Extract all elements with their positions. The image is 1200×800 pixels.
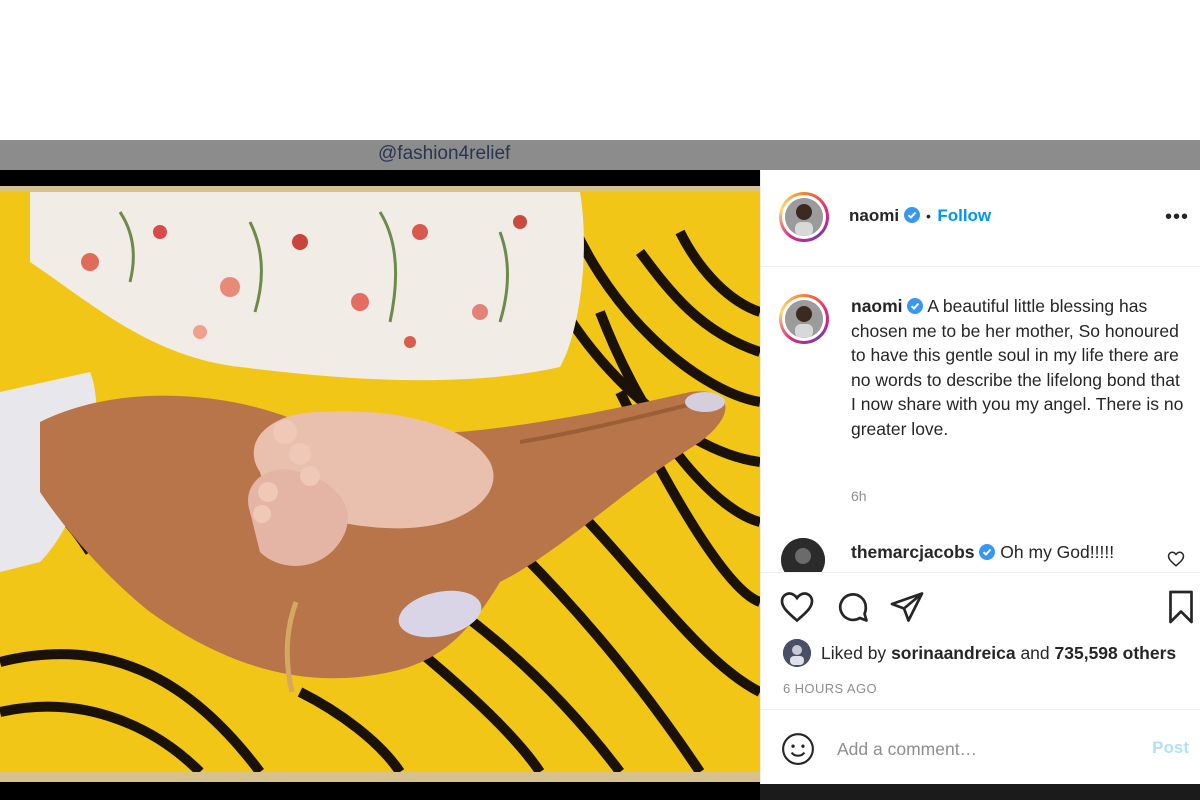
- post-side-panel: naomi • Follow ••• naomi A beautiful lit…: [760, 170, 1200, 784]
- post-photo-frame: [0, 186, 760, 782]
- more-options-icon[interactable]: •••: [1165, 206, 1189, 229]
- comment-icon[interactable]: [835, 589, 871, 625]
- comment-text: themarcjacobs Oh my God!!!!!: [851, 542, 1114, 563]
- post-comment-button[interactable]: Post: [1152, 738, 1189, 758]
- post-photo[interactable]: [0, 192, 760, 772]
- liker-username[interactable]: sorinaandreica: [891, 643, 1016, 663]
- watermark-bar: [0, 140, 1200, 170]
- smiley-icon[interactable]: [781, 732, 815, 766]
- commenter-username[interactable]: themarcjacobs: [851, 542, 975, 562]
- caption-author-avatar[interactable]: [779, 294, 829, 344]
- post-actions-section: Liked by sorinaandreica and 735,598 othe…: [761, 572, 1200, 785]
- comment-body: Oh my God!!!!!: [1000, 542, 1115, 562]
- caption-age: 6h: [851, 488, 867, 504]
- bookmark-icon[interactable]: [1163, 589, 1199, 625]
- author-avatar[interactable]: [779, 192, 829, 242]
- caption-username[interactable]: naomi: [851, 296, 903, 316]
- post-header: naomi • Follow •••: [761, 170, 1200, 267]
- caption-body: A beautiful little blessing has chosen m…: [851, 296, 1184, 439]
- commenter-avatar[interactable]: [781, 538, 825, 572]
- likes-prefix: Liked by: [821, 643, 887, 663]
- verified-badge-icon: [907, 298, 924, 314]
- likes-text: Liked by sorinaandreica and 735,598 othe…: [821, 643, 1176, 664]
- comment-heart-icon[interactable]: [1167, 550, 1185, 568]
- comment-row: themarcjacobs Oh my God!!!!!: [779, 536, 1189, 572]
- watermark-handle: @fashion4relief: [378, 143, 511, 164]
- follow-button[interactable]: Follow: [937, 206, 991, 225]
- paper-plane-icon[interactable]: [889, 589, 925, 625]
- caption-text: naomi A beautiful little blessing has ch…: [851, 294, 1187, 441]
- header-user-line: naomi • Follow: [849, 206, 991, 226]
- header-dot-separator: •: [925, 208, 931, 224]
- post-photo-area: [0, 170, 760, 800]
- author-username[interactable]: naomi: [849, 206, 899, 225]
- post-timestamp[interactable]: 6 HOURS AGO: [783, 681, 877, 696]
- likes-joiner: and: [1020, 643, 1050, 663]
- likes-count[interactable]: 735,598 others: [1055, 643, 1177, 663]
- comment-input[interactable]: [835, 732, 1129, 766]
- liker-avatar[interactable]: [783, 639, 811, 667]
- verified-badge-icon: [979, 544, 996, 560]
- add-comment-bar: Post: [761, 709, 1200, 786]
- below-content-strip: [760, 784, 1200, 800]
- instagram-post-screenshot: @fashion4relief naomi • Follow ••• naomi…: [0, 0, 1200, 800]
- heart-icon[interactable]: [779, 589, 815, 625]
- verified-badge-icon: [903, 207, 920, 223]
